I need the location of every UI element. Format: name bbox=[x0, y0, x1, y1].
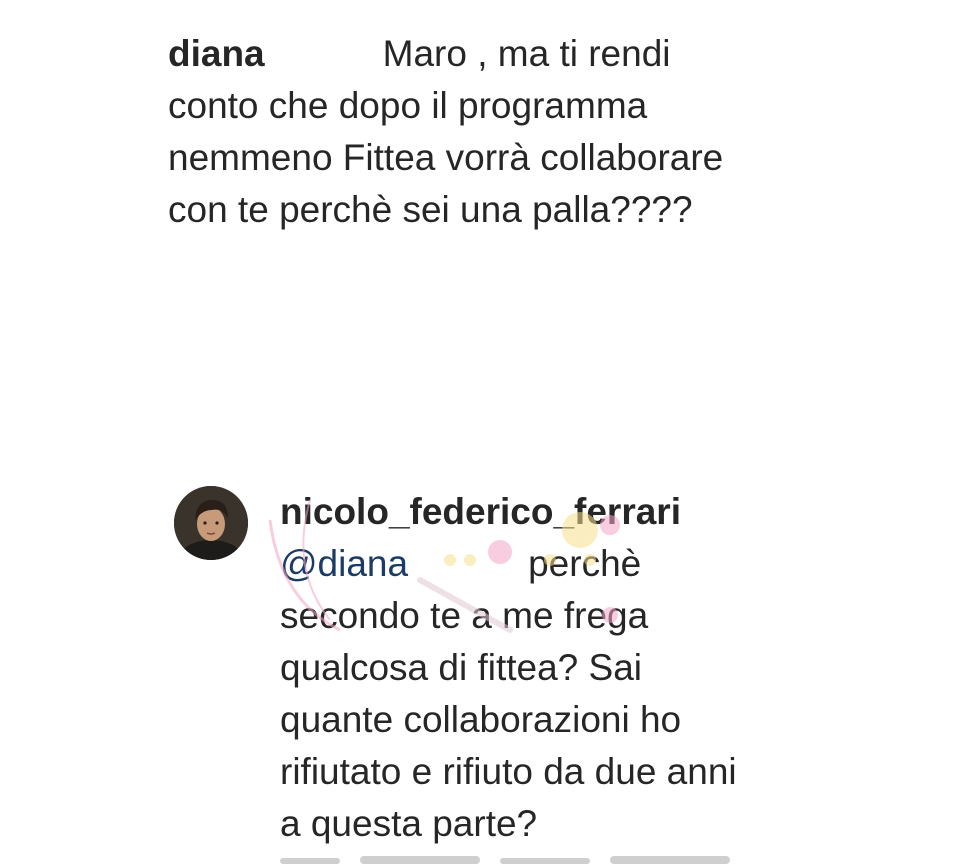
comment-text-line: nemmeno Fittea vorrà collaborare bbox=[168, 137, 724, 178]
truncated-next-line bbox=[280, 846, 750, 864]
reply-text-line: a questa parte? bbox=[280, 803, 538, 844]
reply-text-line: perchè bbox=[528, 543, 642, 584]
mention-link[interactable]: @diana bbox=[280, 543, 408, 584]
reply-line-1: @diana perchè bbox=[280, 538, 920, 590]
cut-off-text-icon bbox=[280, 856, 730, 864]
comment-text-line: con te perchè sei una palla???? bbox=[168, 189, 693, 230]
reply-text-line: secondo te a me frega bbox=[280, 595, 649, 636]
avatar-photo-icon bbox=[174, 486, 248, 560]
comment-username[interactable]: diana bbox=[168, 33, 265, 74]
avatar[interactable] bbox=[174, 486, 248, 560]
reply-body: nicolo_federico_ferrari @diana perchè sec… bbox=[280, 486, 920, 850]
reply-text-line: qualcosa di fittea? Sai bbox=[280, 647, 643, 688]
comment-text-line: conto che dopo il programma bbox=[168, 85, 648, 126]
comment-text-line: Maro , ma ti rendi bbox=[382, 33, 671, 74]
reply-username[interactable]: nicolo_federico_ferrari bbox=[280, 486, 920, 538]
reply-text-line: quante collaborazioni ho bbox=[280, 699, 682, 740]
reply-text-line: rifiutato e rifiuto da due anni bbox=[280, 751, 737, 792]
comment-line-1: diana Maro , ma ti rendi bbox=[168, 28, 848, 80]
original-comment: diana Maro , ma ti rendi conto che dopo i… bbox=[168, 28, 848, 236]
